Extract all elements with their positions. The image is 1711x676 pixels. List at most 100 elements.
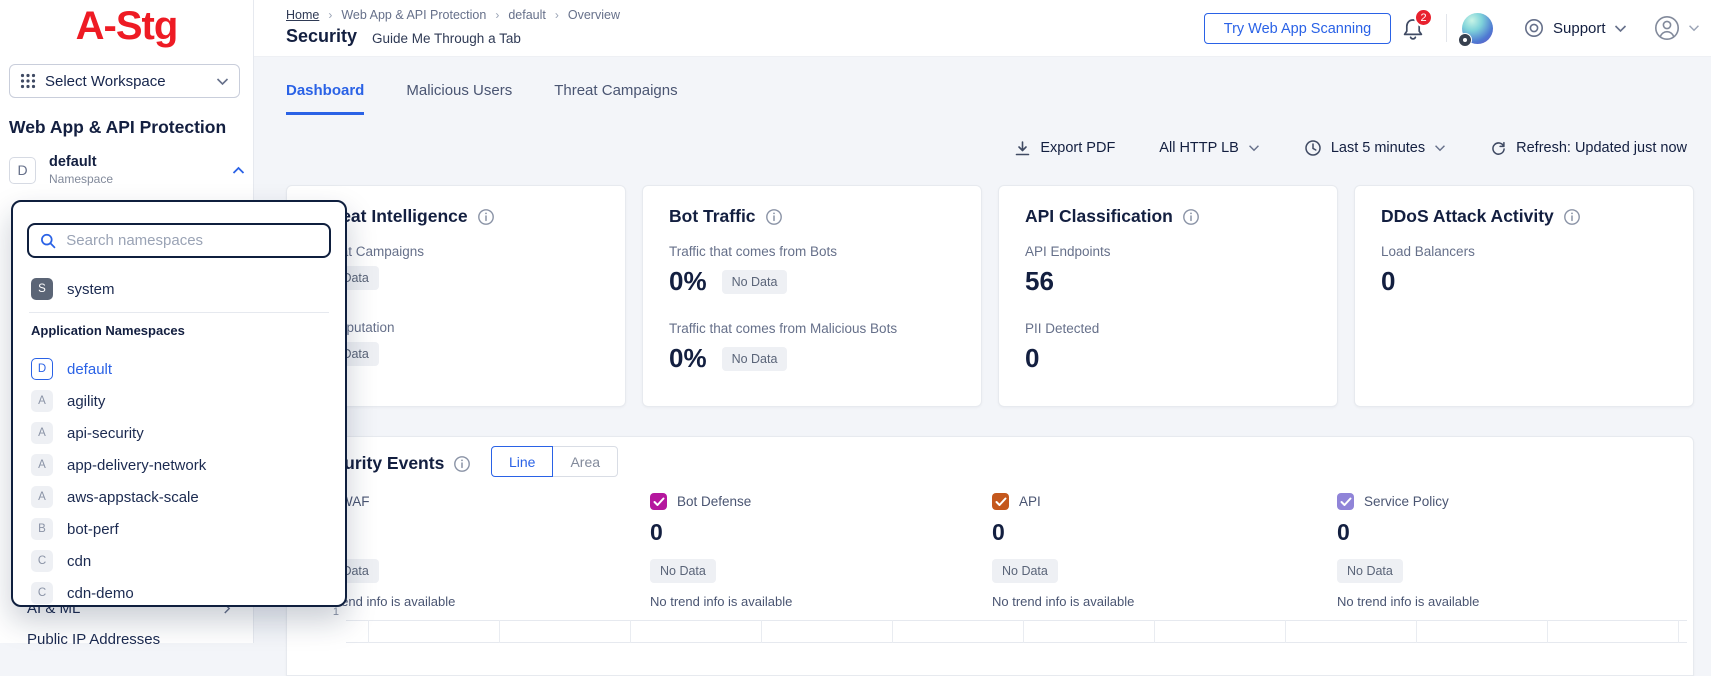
- metric-label: Threat Campaigns: [313, 244, 599, 259]
- namespace-item-cdn[interactable]: C cdn: [13, 545, 345, 577]
- series-column-api: API 0 No Data No trend info is available: [992, 493, 1302, 609]
- lb-filter-label: All HTTP LB: [1159, 140, 1239, 156]
- service-policy-checkbox[interactable]: [1337, 493, 1354, 510]
- api-checkbox[interactable]: [992, 493, 1009, 510]
- namespace-search-input[interactable]: [66, 232, 318, 249]
- lifebuoy-icon: [1523, 17, 1545, 39]
- page-title: Security: [286, 26, 357, 47]
- namespace-item-label: agility: [67, 393, 105, 410]
- tab-threat-campaigns[interactable]: Threat Campaigns: [554, 82, 677, 115]
- application-namespaces-header: Application Namespaces: [31, 323, 185, 338]
- namespace-item-bot-perf[interactable]: B bot-perf: [13, 513, 345, 545]
- metric-label: PII Detected: [1025, 321, 1311, 336]
- bot-traffic-card: Bot Traffic Traffic that comes from Bots…: [642, 185, 982, 407]
- card-title: Bot Traffic: [669, 206, 756, 227]
- chart-gridline: [1547, 620, 1548, 643]
- namespace-selector[interactable]: D default Namespace: [9, 149, 245, 191]
- user-avatar-icon: [1653, 14, 1681, 42]
- namespace-item-app-delivery-network[interactable]: A app-delivery-network: [13, 449, 345, 481]
- tab-dashboard[interactable]: Dashboard: [286, 82, 364, 115]
- workspace-selector-label: Select Workspace: [45, 73, 166, 90]
- search-icon: [40, 232, 56, 250]
- namespace-initial-badge: A: [31, 486, 53, 508]
- dropdown-divider: [29, 312, 329, 313]
- refresh-label: Refresh: Updated just now: [1516, 140, 1687, 156]
- namespace-item-api-security[interactable]: A api-security: [13, 417, 345, 449]
- metric-label: Load Balancers: [1381, 244, 1667, 259]
- breadcrumb-waap[interactable]: Web App & API Protection: [341, 8, 486, 22]
- namespace-search-box[interactable]: [27, 223, 331, 258]
- namespace-dropdown-panel: S system Application Namespaces D defaul…: [11, 200, 347, 607]
- namespace-item-label: api-security: [67, 425, 144, 442]
- breadcrumb-home[interactable]: Home: [286, 8, 319, 22]
- namespace-initial-badge: A: [31, 454, 53, 476]
- chevron-down-icon: [1434, 144, 1446, 152]
- metric-value: 0: [1025, 343, 1039, 374]
- metric-label: Traffic that comes from Bots: [669, 244, 955, 259]
- info-icon[interactable]: [1182, 208, 1200, 226]
- info-icon[interactable]: [477, 208, 495, 226]
- series-label: Bot Defense: [677, 494, 751, 509]
- support-menu[interactable]: Support: [1523, 17, 1627, 39]
- namespace-item-aws-appstack-scale[interactable]: A aws-appstack-scale: [13, 481, 345, 513]
- card-title: DDoS Attack Activity: [1381, 206, 1554, 227]
- breadcrumb-default[interactable]: default: [508, 8, 546, 22]
- metric-value: 0%: [669, 343, 707, 374]
- info-icon[interactable]: [1563, 208, 1581, 226]
- namespace-item-label: cdn: [67, 553, 91, 570]
- notification-count-badge: 2: [1414, 8, 1433, 27]
- no-data-badge: No Data: [650, 559, 716, 583]
- series-column-bot-defense: Bot Defense 0 No Data No trend info is a…: [650, 493, 960, 609]
- sphere-lock-badge-icon: [1458, 33, 1472, 47]
- series-label: API: [1019, 494, 1041, 509]
- chevron-up-icon: [232, 166, 245, 175]
- bot-defense-checkbox[interactable]: [650, 493, 667, 510]
- namespace-sublabel: Namespace: [49, 172, 113, 186]
- namespace-list: D default A agility A api-security A app…: [13, 353, 345, 607]
- namespace-item-agility[interactable]: A agility: [13, 385, 345, 417]
- toggle-area-button[interactable]: Area: [552, 446, 618, 477]
- workspace-selector[interactable]: Select Workspace: [9, 64, 240, 98]
- chart-gridline: [499, 620, 500, 643]
- top-header: Home › Web App & API Protection › defaul…: [254, 0, 1711, 57]
- metric-label: API Endpoints: [1025, 244, 1311, 259]
- chart-gridline: [1416, 620, 1417, 643]
- lb-filter-dropdown[interactable]: All HTTP LB: [1159, 140, 1260, 156]
- grid-icon: [20, 73, 36, 89]
- namespace-item-label: system: [67, 281, 115, 298]
- export-pdf-button[interactable]: Export PDF: [1014, 140, 1115, 157]
- metric-cards-row: Threat Intelligence Threat Campaigns No …: [286, 185, 1694, 407]
- namespace-item-system[interactable]: S system: [31, 274, 115, 304]
- sidebar-section-title: Web App & API Protection: [9, 117, 226, 138]
- namespace-initial-badge: C: [31, 550, 53, 572]
- user-account-menu[interactable]: [1653, 14, 1700, 42]
- no-trend-note: No trend info is available: [1337, 594, 1647, 609]
- guide-me-link[interactable]: Guide Me Through a Tab: [372, 31, 521, 46]
- no-data-badge: No Data: [722, 347, 788, 371]
- refresh-button[interactable]: Refresh: Updated just now: [1490, 140, 1687, 157]
- security-events-card: Security Events Line Area WAF 0 No Data …: [286, 436, 1694, 676]
- namespace-initial-badge: S: [31, 278, 53, 300]
- toggle-line-button[interactable]: Line: [491, 446, 553, 477]
- chart-type-toggle: Line Area: [491, 446, 618, 477]
- info-icon[interactable]: [453, 455, 471, 473]
- namespace-item-default[interactable]: D default: [13, 353, 345, 385]
- breadcrumb-separator: ›: [495, 8, 499, 22]
- time-range-dropdown[interactable]: Last 5 minutes: [1304, 139, 1446, 157]
- namespace-item-label: bot-perf: [67, 521, 119, 538]
- dashboard-toolbar: Export PDF All HTTP LB Last 5 minutes Re…: [900, 139, 1687, 157]
- namespace-item-label: aws-appstack-scale: [67, 489, 199, 506]
- breadcrumb-separator: ›: [555, 8, 559, 22]
- sidebar-item-public-ip-addresses[interactable]: Public IP Addresses: [27, 631, 160, 648]
- y-axis-tick: 1: [325, 606, 339, 618]
- tab-malicious-users[interactable]: Malicious Users: [406, 82, 512, 115]
- chart-gridline: [368, 620, 369, 643]
- chevron-down-icon: [1688, 24, 1700, 32]
- namespace-item-cdn-demo[interactable]: C cdn-demo: [13, 577, 345, 607]
- namespace-item-label: cdn-demo: [67, 585, 134, 602]
- try-web-app-scanning-button[interactable]: Try Web App Scanning: [1204, 13, 1391, 44]
- namespace-initial-badge: D: [9, 157, 36, 184]
- sidebar-item-label: Public IP Addresses: [27, 631, 160, 648]
- info-icon[interactable]: [765, 208, 783, 226]
- namespace-initial-badge: D: [31, 358, 53, 380]
